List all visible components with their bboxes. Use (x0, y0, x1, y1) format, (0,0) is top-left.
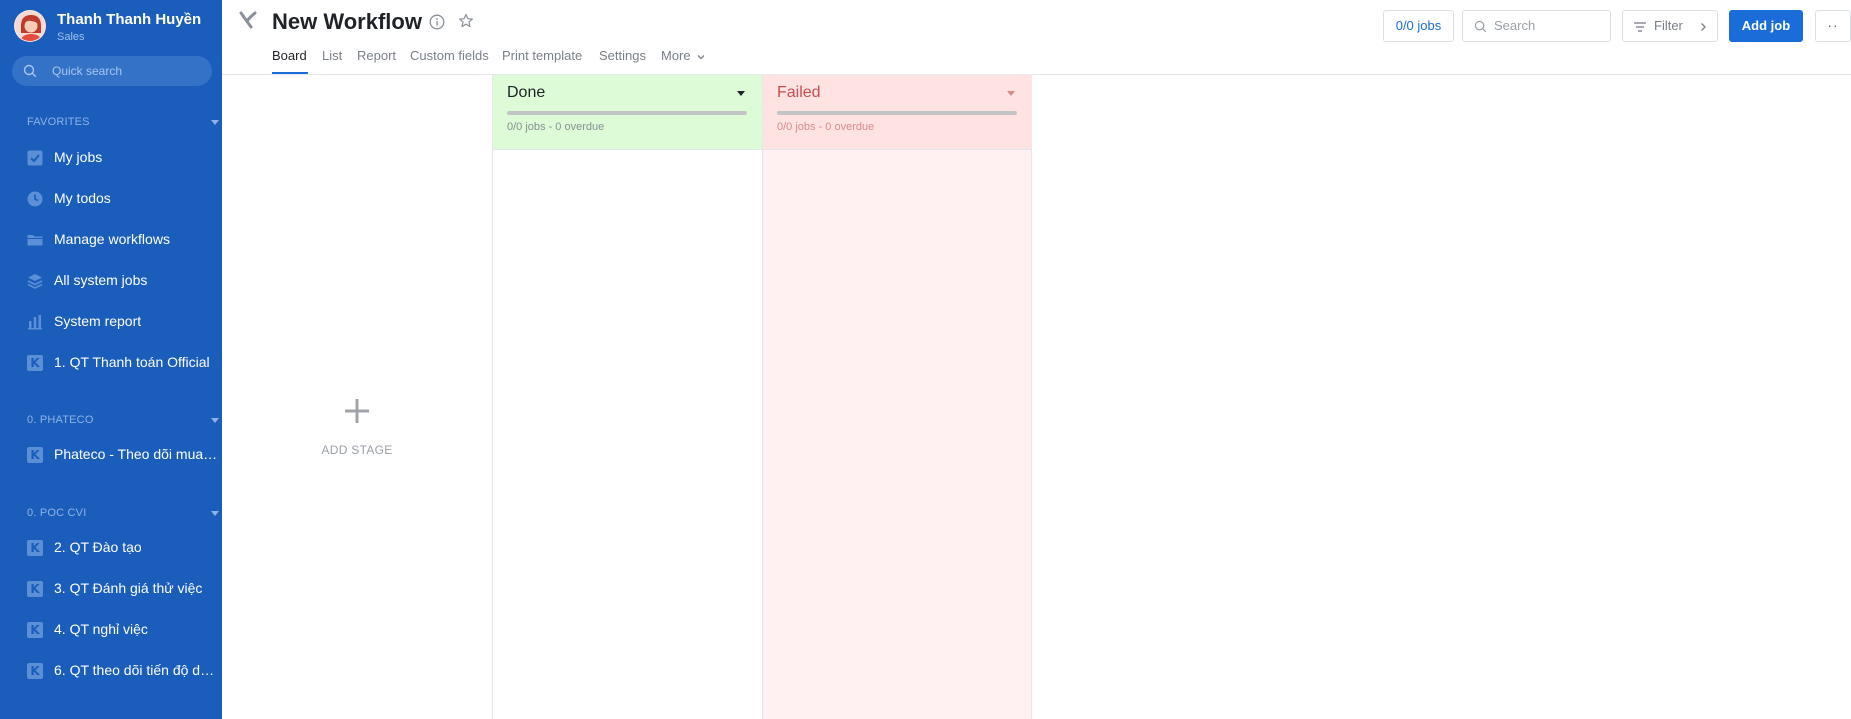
layers-icon (27, 274, 43, 289)
tab-custom-fields[interactable]: Custom fields (410, 48, 489, 63)
stage-title: Failed (777, 84, 821, 101)
active-tab-indicator (272, 72, 308, 74)
more-options-button[interactable]: ·· (1815, 10, 1851, 42)
sidebar-item-qt-theo-doi[interactable]: K 6. QT theo dõi tiến độ dự án (0, 650, 222, 691)
sidebar-item-manage-workflows[interactable]: Manage workflows (0, 219, 222, 260)
stage-column-done[interactable]: Done 0/0 jobs - 0 overdue (492, 75, 762, 719)
sidebar-item-qt-thanh-toan[interactable]: K 1. QT Thanh toán Official (0, 342, 222, 383)
sidebar-item-system-report[interactable]: System report (0, 301, 222, 342)
stage-column-failed[interactable]: Failed 0/0 jobs - 0 overdue (762, 75, 1032, 719)
tab-list[interactable]: List (322, 48, 342, 63)
search-icon (23, 64, 37, 78)
user-profile[interactable]: Thanh Thanh Huyền Sales (14, 10, 214, 46)
sidebar-item-label: My jobs (54, 149, 103, 165)
sidebar-item-label: All system jobs (54, 272, 148, 288)
sidebar-item-qt-danh-gia[interactable]: K 3. QT Đánh giá thử việc (0, 568, 222, 609)
caret-down-icon[interactable] (1007, 91, 1015, 96)
favorites-header[interactable]: FAVORITES (27, 116, 90, 128)
sidebar-item-qt-nghi-viec[interactable]: K 4. QT nghỉ việc (0, 609, 222, 650)
group-poc-cvi-header[interactable]: 0. POC CVI (27, 507, 86, 519)
quick-search-input[interactable]: Quick search (12, 56, 212, 86)
tab-board[interactable]: Board (272, 48, 307, 63)
sidebar-item-my-jobs[interactable]: My jobs (0, 137, 222, 178)
search-placeholder: Search (1494, 18, 1536, 33)
sidebar: Thanh Thanh Huyền Sales Quick search FAV… (0, 0, 222, 719)
sidebar-item-my-todos[interactable]: My todos (0, 178, 222, 219)
workflow-icon: K (27, 540, 43, 556)
workflow-icon: K (27, 581, 43, 597)
sidebar-item-label: 4. QT nghỉ việc (54, 621, 148, 637)
user-role: Sales (57, 31, 85, 43)
stage-title: Done (507, 84, 546, 101)
workflow-icon: K (27, 447, 43, 463)
stage-header: Done 0/0 jobs - 0 overdue (493, 75, 762, 150)
group-poc-cvi-collapse-caret-icon[interactable] (211, 511, 219, 516)
stage-meta: 0/0 jobs - 0 overdue (777, 121, 875, 133)
stage-progress-bar (507, 111, 747, 115)
page-title: New Workflow (272, 9, 422, 34)
workflow-icon: K (27, 663, 43, 679)
chevron-down-icon (697, 54, 705, 59)
workflow-icon: K (27, 622, 43, 638)
sidebar-item-label: Phateco - Theo dõi mua hàng (54, 446, 220, 462)
tab-more-label: More (661, 48, 691, 63)
quick-search-placeholder: Quick search (52, 64, 123, 78)
sidebar-item-phateco[interactable]: K Phateco - Theo dõi mua hàng (0, 434, 222, 475)
caret-down-icon[interactable] (737, 91, 745, 96)
stage-progress-bar (777, 111, 1017, 115)
jobs-count-button[interactable]: 0/0 jobs (1383, 10, 1454, 42)
chevron-right-icon (1701, 23, 1706, 31)
sidebar-item-label: My todos (54, 190, 111, 206)
workflow-logo-icon[interactable] (238, 10, 258, 30)
group-phateco-collapse-caret-icon[interactable] (211, 418, 219, 423)
filter-label: Filter (1654, 18, 1683, 33)
add-stage-button[interactable]: ADD STAGE (222, 76, 492, 719)
sidebar-item-label: 6. QT theo dõi tiến độ dự án (54, 662, 220, 678)
sidebar-item-qt-dao-tao[interactable]: K 2. QT Đào tạo (0, 527, 222, 568)
add-job-button[interactable]: Add job (1729, 10, 1803, 42)
user-name: Thanh Thanh Huyền (57, 11, 202, 28)
tab-print-template[interactable]: Print template (502, 48, 582, 63)
plus-icon (345, 399, 369, 423)
filter-icon (1634, 22, 1646, 32)
sidebar-item-label: 3. QT Đánh giá thử việc (54, 580, 203, 596)
add-stage-label: ADD STAGE (321, 443, 393, 457)
clock-icon (27, 191, 43, 207)
stage-header: Failed 0/0 jobs - 0 overdue (763, 75, 1032, 150)
star-icon[interactable] (458, 13, 474, 29)
bar-chart-icon (28, 315, 42, 330)
filter-button[interactable]: Filter (1622, 10, 1718, 42)
sidebar-item-label: Manage workflows (54, 231, 170, 247)
tab-settings[interactable]: Settings (599, 48, 646, 63)
search-input[interactable]: Search (1462, 10, 1611, 42)
app-window: Thanh Thanh Huyền Sales Quick search FAV… (0, 0, 1851, 719)
favorites-collapse-caret-icon[interactable] (211, 120, 219, 125)
tab-more[interactable]: More (661, 48, 706, 63)
info-icon[interactable] (429, 14, 445, 30)
sidebar-item-label: 1. QT Thanh toán Official (54, 354, 210, 370)
search-icon (1474, 20, 1487, 33)
check-square-icon (27, 150, 43, 166)
tab-report[interactable]: Report (357, 48, 396, 63)
sidebar-item-label: System report (54, 313, 142, 329)
sidebar-item-all-system-jobs[interactable]: All system jobs (0, 260, 222, 301)
folder-icon (27, 235, 43, 246)
group-phateco-header[interactable]: 0. PHATECO (27, 414, 94, 426)
page-header: New Workflow Board List Report Custom fi… (222, 0, 1851, 75)
stage-meta: 0/0 jobs - 0 overdue (507, 121, 605, 133)
avatar[interactable] (14, 10, 46, 42)
workflow-icon: K (27, 355, 43, 371)
sidebar-item-label: 2. QT Đào tạo (54, 539, 142, 555)
